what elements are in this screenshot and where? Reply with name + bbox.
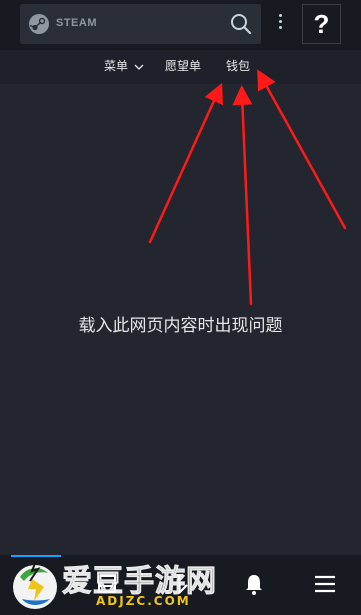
help-button[interactable]: ? [302, 4, 341, 44]
watermark-domain: ADJZC.COM [96, 594, 191, 608]
active-tab-indicator [11, 555, 61, 557]
nav-wishlist[interactable]: 愿望单 [165, 57, 201, 74]
more-options-icon[interactable] [272, 14, 288, 34]
nav-wallet[interactable]: 钱包 [226, 57, 250, 74]
sub-navigation: 菜单 愿望单 钱包 [0, 50, 361, 84]
arrow-right [257, 69, 347, 230]
chevron-down-icon [134, 64, 144, 70]
arrow-middle [232, 85, 253, 306]
search-input[interactable]: STEAM [20, 4, 261, 44]
nav-menu-dropdown[interactable]: 菜单 [104, 57, 144, 74]
page-load-error-message: 载入此网页内容时出现问题 [78, 316, 283, 336]
watermark-logo-icon [13, 559, 57, 609]
annotation-arrows [148, 69, 347, 306]
notifications-icon[interactable] [241, 571, 267, 597]
top-bar: STEAM ? [0, 0, 361, 50]
steam-logo-text: STEAM [56, 17, 97, 29]
search-icon[interactable] [230, 13, 252, 35]
nav-menu-label: 菜单 [104, 59, 129, 73]
arrow-left [148, 82, 223, 244]
hamburger-menu-icon[interactable] [312, 571, 338, 597]
steam-logo-icon [29, 14, 49, 34]
